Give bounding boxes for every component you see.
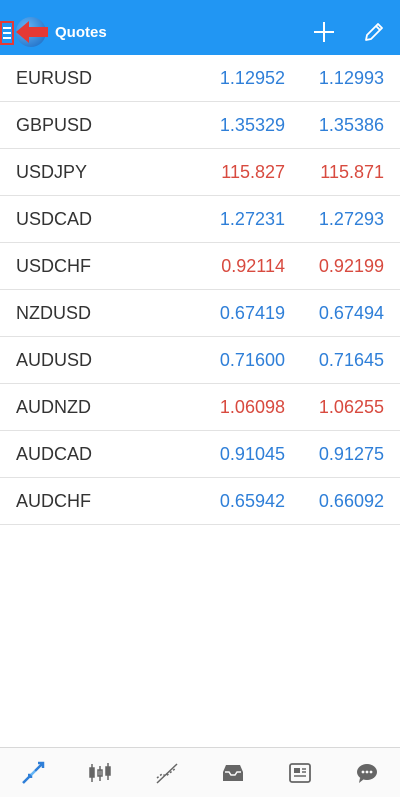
quote-symbol: USDJPY bbox=[16, 162, 88, 182]
quotes-arrows-icon bbox=[22, 761, 45, 784]
pencil-icon[interactable] bbox=[362, 20, 386, 44]
quote-bid: 115.827 bbox=[221, 162, 285, 182]
bottom-navigation bbox=[0, 747, 400, 797]
quote-ask: 1.27293 bbox=[318, 209, 384, 229]
trade-tab[interactable] bbox=[147, 753, 187, 793]
quote-bid: 1.35329 bbox=[219, 115, 285, 135]
quote-symbol: GBPUSD bbox=[16, 115, 93, 135]
menu-button[interactable] bbox=[0, 21, 14, 45]
quotes-tab[interactable] bbox=[13, 753, 53, 793]
quote-symbol: AUDCHF bbox=[16, 491, 91, 511]
news-tab[interactable] bbox=[280, 753, 320, 793]
quote-ask: 0.66092 bbox=[318, 491, 384, 511]
quotes-list: EURUSD 1.12952 1.12993 GBPUSD 1.35329 1.35386… bbox=[0, 55, 400, 525]
quote-row[interactable]: AUDNZD 1.06098 1.06255 bbox=[0, 384, 400, 431]
quote-bid: 1.27231 bbox=[219, 209, 285, 229]
history-tab[interactable] bbox=[213, 753, 253, 793]
quote-bid: 0.71600 bbox=[219, 350, 285, 370]
quote-row[interactable]: AUDCAD 0.91045 0.91275 bbox=[0, 431, 400, 478]
quote-row[interactable]: USDCAD 1.27231 1.27293 bbox=[0, 196, 400, 243]
quote-ask: 1.06255 bbox=[318, 397, 384, 417]
quote-ask: 1.35386 bbox=[318, 115, 384, 135]
quote-ask: 1.12993 bbox=[318, 68, 384, 88]
quote-bid: 1.06098 bbox=[219, 397, 285, 417]
quote-row[interactable]: AUDCHF 0.65942 0.66092 bbox=[0, 478, 400, 525]
quote-row[interactable]: USDJPY 115.827 115.871 bbox=[0, 149, 400, 196]
quote-symbol: NZDUSD bbox=[16, 303, 91, 323]
quote-row[interactable]: NZDUSD 0.67419 0.67494 bbox=[0, 290, 400, 337]
quote-symbol: EURUSD bbox=[16, 68, 93, 88]
chart-tab[interactable] bbox=[80, 753, 120, 793]
page-title: Quotes bbox=[55, 24, 107, 41]
candlestick-icon bbox=[89, 762, 111, 782]
trend-icon bbox=[156, 762, 178, 784]
chat-tab[interactable] bbox=[347, 753, 387, 793]
quote-symbol: USDCHF bbox=[16, 256, 91, 276]
chat-bubble-icon bbox=[356, 763, 377, 783]
quote-ask: 0.91275 bbox=[318, 444, 384, 464]
quote-bid: 0.67419 bbox=[219, 303, 285, 323]
top-app-bar: Quotes bbox=[0, 0, 400, 55]
inbox-icon bbox=[223, 764, 244, 781]
quote-bid: 0.65942 bbox=[219, 491, 285, 511]
quote-symbol: AUDUSD bbox=[16, 350, 93, 370]
quote-symbol: USDCAD bbox=[16, 209, 93, 229]
quote-symbol: AUDCAD bbox=[16, 444, 93, 464]
quote-symbol: AUDNZD bbox=[16, 397, 91, 417]
quote-row[interactable]: GBPUSD 1.35329 1.35386 bbox=[0, 102, 400, 149]
quote-row[interactable]: AUDUSD 0.71600 0.71645 bbox=[0, 337, 400, 384]
quote-row[interactable]: USDCHF 0.92114 0.92199 bbox=[0, 243, 400, 290]
quote-row[interactable]: EURUSD 1.12952 1.12993 bbox=[0, 55, 400, 102]
quote-bid: 0.91045 bbox=[219, 444, 285, 464]
quote-ask: 0.92199 bbox=[318, 256, 384, 276]
quote-ask: 0.71645 bbox=[318, 350, 384, 370]
plus-icon[interactable] bbox=[312, 20, 336, 44]
quote-ask: 115.871 bbox=[320, 162, 384, 182]
quote-ask: 0.67494 bbox=[318, 303, 384, 323]
red-arrow-icon bbox=[16, 21, 48, 43]
quote-bid: 1.12952 bbox=[219, 68, 285, 88]
newspaper-icon bbox=[289, 762, 311, 783]
hamburger-icon bbox=[3, 27, 11, 29]
quote-bid: 0.92114 bbox=[221, 256, 285, 276]
